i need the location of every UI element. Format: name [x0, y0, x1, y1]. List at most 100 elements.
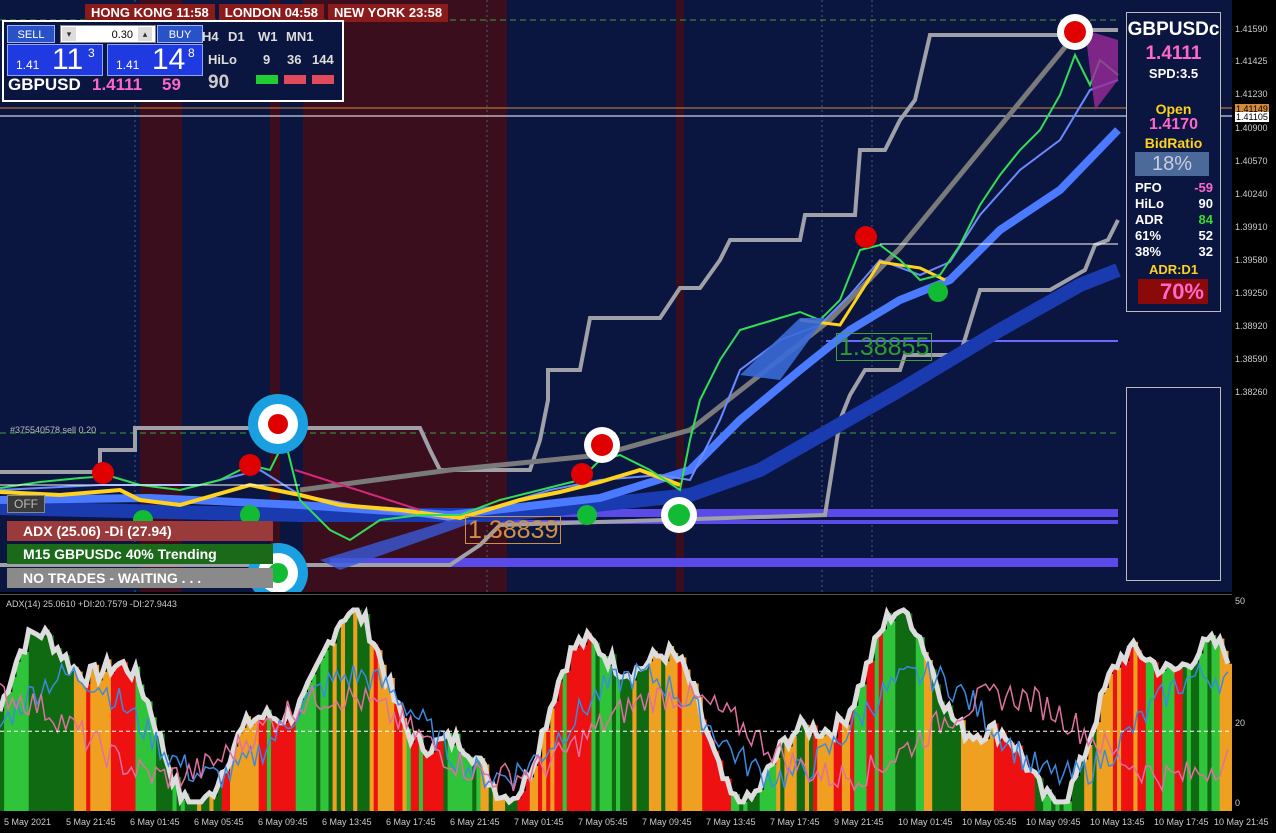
symbol-info-panel: GBPUSDc 1.4111 SPD:3.5 Open 1.4170 BidRa… [1126, 12, 1221, 312]
adx-histogram-bar [952, 718, 958, 811]
price-tick: 1.39580 [1235, 255, 1268, 265]
adx-histogram-bar [1112, 666, 1118, 811]
sell-dot [571, 463, 593, 485]
adx-histogram-bar [1026, 770, 1032, 811]
adx-histogram-bar [956, 722, 962, 811]
tf-trend-bar-down [284, 75, 306, 84]
adx-status: ADX (25.06) -Di (27.94) [7, 521, 273, 541]
adx-histogram-bar [414, 733, 420, 811]
adx-histogram-bar [554, 701, 560, 811]
adx-histogram-bar [139, 684, 145, 811]
adx-histogram-bar [332, 643, 338, 811]
adx-histogram-bar [110, 672, 116, 811]
adx-histogram-bar [903, 610, 909, 811]
time-tick: 7 May 17:45 [770, 817, 820, 827]
adx-histogram-bar [899, 611, 905, 811]
adx-histogram-bar [32, 632, 38, 811]
adx-histogram-bar [533, 765, 539, 811]
adx-histogram-bar [882, 629, 888, 811]
panel-price: 1.4111 [92, 75, 143, 94]
sell-dot [239, 454, 261, 476]
time-tick: 7 May 09:45 [642, 817, 692, 827]
adx-histogram-bar [911, 628, 917, 811]
adx-histogram-bar [127, 671, 132, 811]
adx-histogram-bar [410, 742, 416, 811]
adx-histogram-bar [1207, 639, 1213, 811]
adx-histogram-bar [308, 682, 313, 811]
time-tick: 6 May 13:45 [322, 817, 372, 827]
adx-histogram-bar [661, 656, 666, 811]
tf-mn1: MN1 [286, 29, 314, 44]
time-tick: 7 May 05:45 [578, 817, 628, 827]
info-price: 1.4111 [1145, 43, 1202, 64]
adx-histogram-bar [328, 641, 334, 811]
time-tick: 10 May 21:45 [1214, 817, 1269, 827]
tf-h4: H4 [202, 29, 219, 44]
adx-histogram-bar [123, 661, 128, 811]
sell-button[interactable]: SELL [7, 25, 55, 43]
buy-price-box[interactable]: 1.41 14 8 [107, 43, 203, 76]
adx-histogram-bar [772, 764, 777, 811]
time-axis: 5 May 2021 5 May 21:45 6 May 01:45 6 May 05… [0, 811, 1276, 833]
adx-level-0: 0 [1235, 798, 1241, 808]
adx-histogram-bar [369, 641, 375, 811]
adx-indicator-window[interactable]: ADX(14) 25.0610 +DI:20.7579 -DI:27.9443 [0, 594, 1232, 811]
time-tick: 10 May 17:45 [1154, 817, 1209, 827]
lot-increase-icon[interactable]: ▴ [138, 27, 152, 41]
adx-axis: 50 20 0 [1232, 594, 1276, 811]
adx-histogram-bar [1002, 731, 1007, 811]
tf-hilo-label: HiLo [208, 52, 237, 67]
adx-histogram-bar [28, 630, 34, 811]
info-bidratio-label: BidRatio [1144, 135, 1203, 151]
adx-histogram-bar [681, 657, 687, 811]
adx-histogram-bar [878, 634, 884, 811]
price-tick: 1.39250 [1235, 288, 1268, 298]
one-click-trading-panel: SELL 0.30 ▾ ▴ BUY 1.41 11 3 1.41 14 8 GB… [2, 20, 344, 102]
adx-histogram-bar [891, 620, 896, 811]
adx-histogram-bar [636, 667, 642, 811]
adx-histogram-bar [620, 677, 625, 811]
adx-histogram-bar [1141, 657, 1147, 811]
adx-histogram-bar [353, 610, 358, 811]
adx-histogram-bar [320, 658, 325, 811]
adx-histogram-bar [833, 737, 839, 811]
adx-histogram-bar [973, 739, 978, 811]
adx-histogram-bar [1154, 662, 1159, 811]
adx-histogram-bar [1006, 739, 1011, 811]
adx-histogram-bar [583, 644, 588, 811]
adx-histogram-bar [915, 634, 921, 811]
buy-dot [928, 282, 948, 302]
trend-status: M15 GBPUSDc 40% Trending [7, 544, 273, 564]
order-label: #375540578 sell 0.20 [10, 425, 97, 435]
adx-histogram-bar [870, 660, 876, 811]
lot-decrease-icon[interactable]: ▾ [62, 27, 76, 41]
adx-histogram-bar [1104, 688, 1110, 811]
adx-histogram-bar [796, 731, 802, 811]
adx-histogram-bar [616, 673, 621, 811]
time-tick: 10 May 13:45 [1090, 817, 1145, 827]
adx-histogram-bar [1186, 665, 1192, 811]
adx-histogram-bar [919, 637, 925, 811]
off-button[interactable]: OFF [7, 495, 45, 513]
adx-histogram-bar [295, 715, 301, 811]
adx-histogram-bar [1195, 662, 1200, 811]
adx-histogram-bar [16, 661, 22, 811]
buy-button[interactable]: BUY [157, 25, 203, 43]
time-tick: 5 May 2021 [4, 817, 52, 827]
session-new-york: NEW YORK 23:58 [327, 4, 449, 22]
adx-histogram-bar [1190, 667, 1196, 811]
adx-histogram-bar [1203, 639, 1208, 811]
adx-histogram-bar [669, 646, 675, 811]
sell-price-fraction: 3 [88, 46, 95, 60]
adx-histogram-bar [759, 789, 765, 811]
adx-histogram-bar [287, 711, 293, 811]
adx-histogram-bar [119, 663, 124, 811]
sell-price-pips: 11 [52, 43, 84, 76]
adx-histogram-bar [858, 686, 863, 811]
price-axis[interactable]: 1.41590 1.41425 1.41230 1.41149 1.41105 … [1232, 0, 1276, 592]
adx-histogram-bar [1137, 649, 1143, 811]
sell-price-box[interactable]: 1.41 11 3 [7, 43, 103, 76]
adx-histogram-bar [644, 667, 650, 811]
adx-histogram-bar [340, 622, 346, 811]
time-tick: 7 May 01:45 [514, 817, 564, 827]
